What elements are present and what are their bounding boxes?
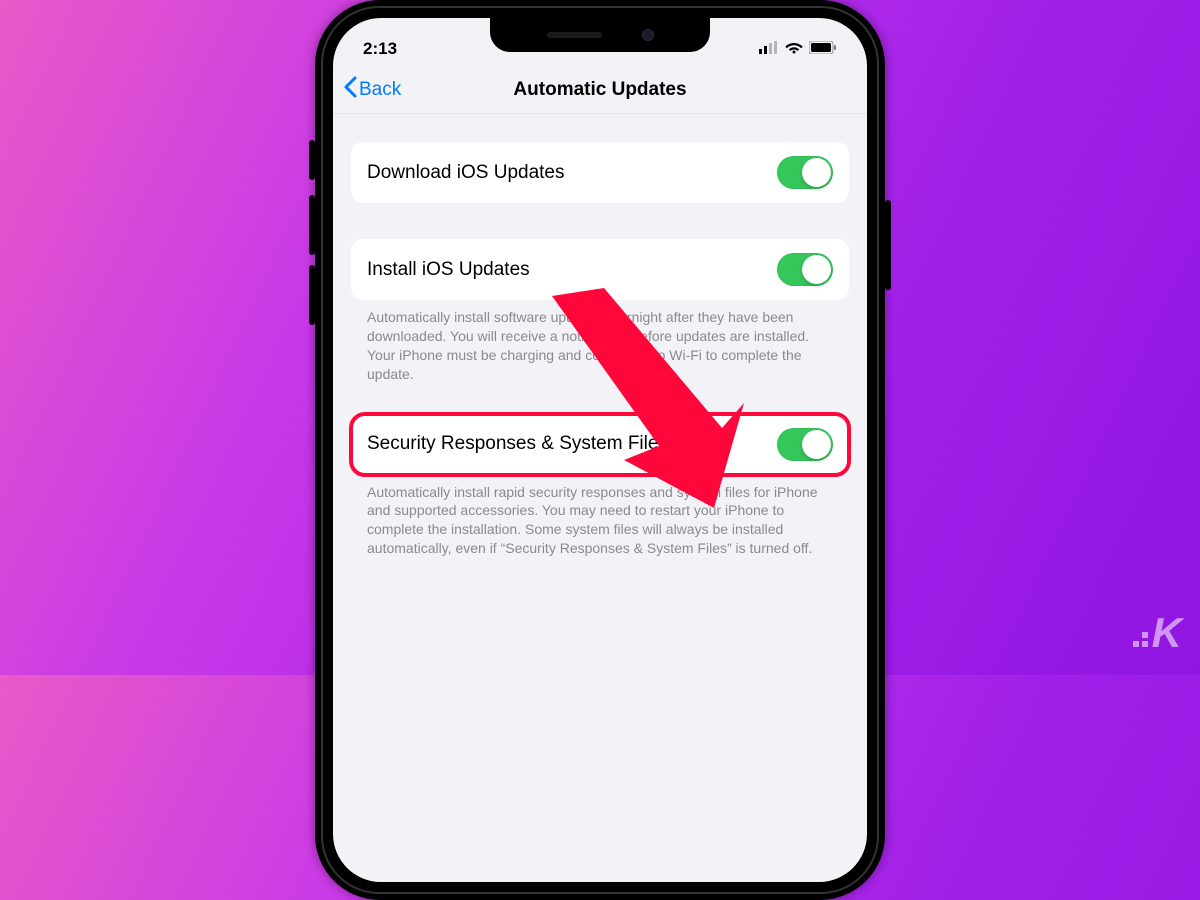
screen: 2:13 Back Automatic Updates: [333, 18, 867, 882]
back-button[interactable]: Back: [333, 76, 401, 104]
battery-icon: [809, 39, 837, 59]
install-footer: Automatically install software updates o…: [351, 300, 849, 384]
phone-frame: 2:13 Back Automatic Updates: [315, 0, 885, 900]
security-row-highlight: Security Responses & System Files: [351, 414, 849, 475]
security-label: Security Responses & System Files: [367, 433, 668, 455]
notch: [490, 18, 710, 52]
power-button: [885, 200, 891, 290]
status-time: 2:13: [363, 39, 397, 59]
settings-content: Download iOS Updates Install iOS Updates…: [333, 142, 867, 558]
install-ios-updates-row[interactable]: Install iOS Updates: [351, 239, 849, 300]
volume-down-button: [309, 265, 315, 325]
download-toggle[interactable]: [777, 156, 833, 189]
download-ios-updates-row[interactable]: Download iOS Updates: [351, 142, 849, 203]
security-toggle[interactable]: [777, 428, 833, 461]
nav-bar: Back Automatic Updates: [333, 66, 867, 114]
security-responses-row[interactable]: Security Responses & System Files: [351, 414, 849, 475]
download-label: Download iOS Updates: [367, 162, 565, 184]
signal-icon: [759, 39, 779, 59]
watermark-logo: K: [1133, 609, 1180, 657]
install-toggle[interactable]: [777, 253, 833, 286]
mute-switch: [309, 140, 315, 180]
chevron-left-icon: [343, 76, 357, 104]
security-footer: Automatically install rapid security res…: [351, 475, 849, 559]
page-title: Automatic Updates: [513, 79, 686, 101]
watermark-text: K: [1152, 609, 1180, 657]
volume-up-button: [309, 195, 315, 255]
back-label: Back: [359, 79, 401, 101]
install-label: Install iOS Updates: [367, 259, 530, 281]
wifi-icon: [785, 39, 803, 59]
